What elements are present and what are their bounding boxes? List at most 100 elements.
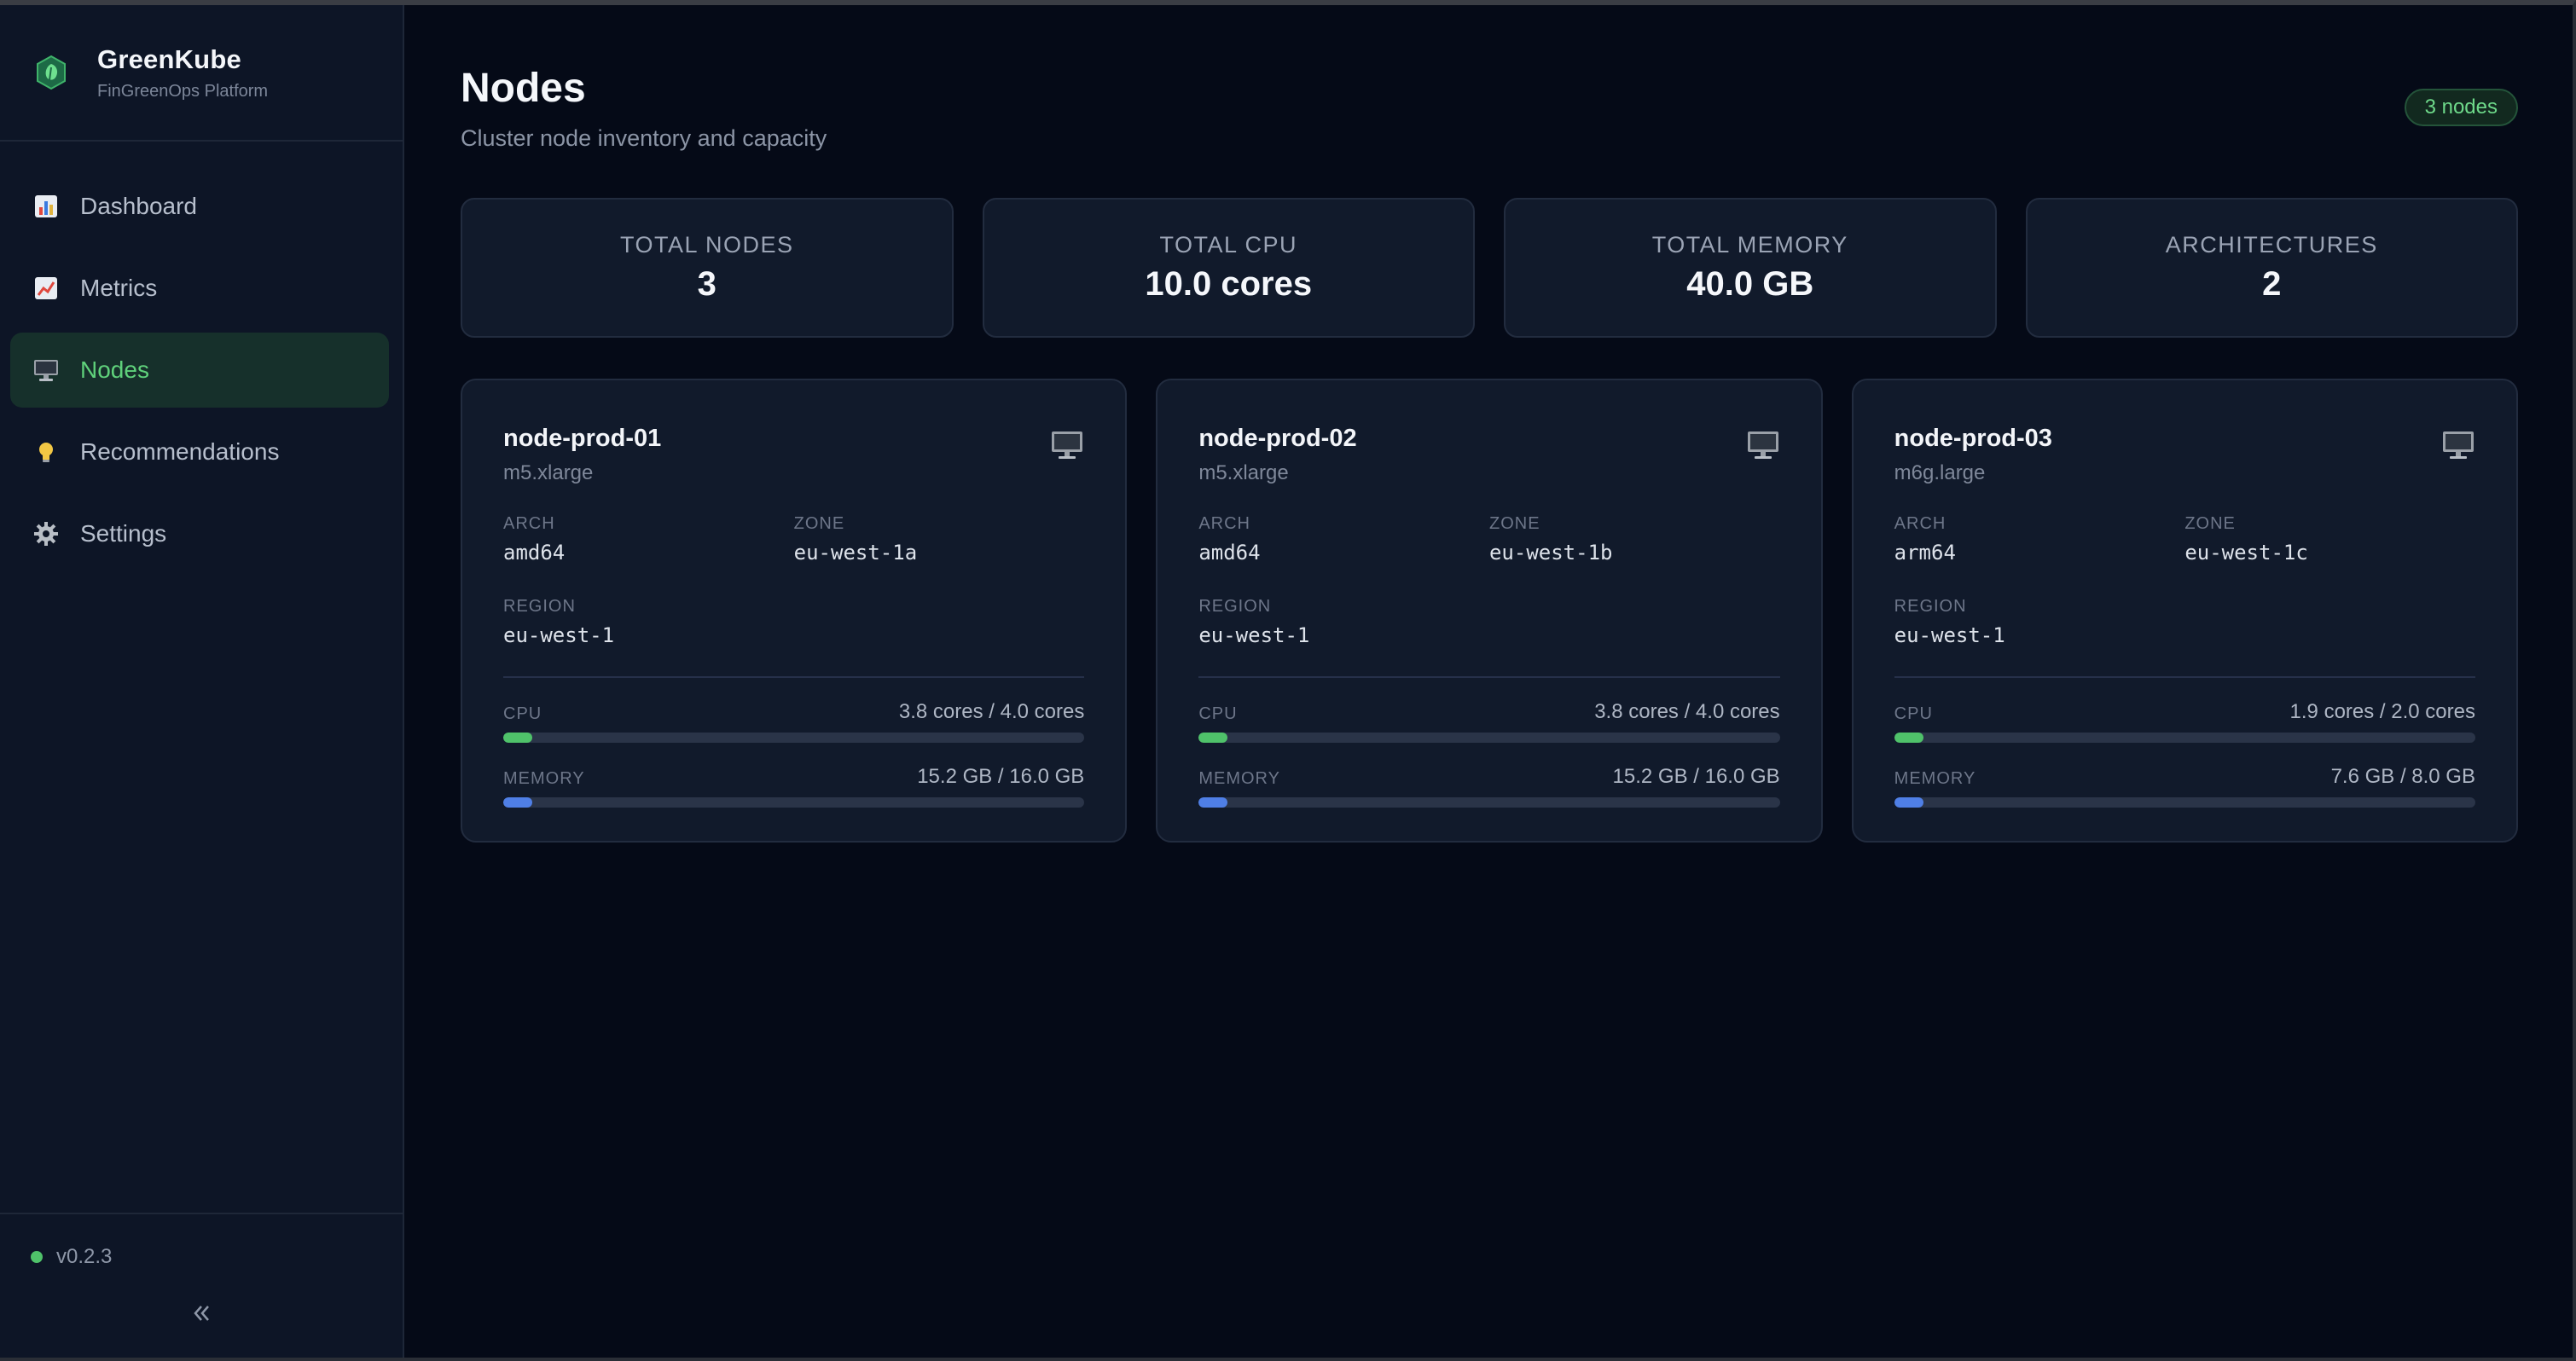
meta-label: ZONE: [793, 514, 845, 533]
cpu-usage: CPU 3.8 cores / 4.0 cores: [503, 700, 1085, 743]
arch-value: amd64: [503, 541, 566, 565]
node-cards: node-prod-01 m5.xlarge ARCH amd64 ZONE e: [461, 379, 2518, 843]
divider: [503, 676, 1085, 678]
node-card[interactable]: node-prod-03 m6g.large ARCH arm64 ZONE e: [1851, 379, 2518, 843]
version-indicator: v0.2.3: [0, 1245, 403, 1269]
stat-card-architectures: ARCHITECTURES 2: [2025, 198, 2518, 338]
memory-progress-bar: [503, 797, 1085, 808]
node-name: node-prod-01: [503, 425, 662, 452]
sidebar-item-label: Recommendations: [80, 438, 280, 465]
meta-label: REGION: [1198, 597, 1272, 616]
memory-usage-text: 7.6 GB / 8.0 GB: [2330, 765, 2475, 788]
meta-label: ARCH: [503, 514, 555, 533]
cpu-progress-fill: [1894, 733, 1923, 743]
memory-progress-fill: [1894, 797, 1923, 808]
node-card[interactable]: node-prod-01 m5.xlarge ARCH amd64 ZONE e: [461, 379, 1128, 843]
meta-arch: ARCH amd64: [1198, 514, 1489, 565]
zone-value: eu-west-1c: [2184, 541, 2308, 565]
memory-progress-bar: [1894, 797, 2475, 808]
meta-zone: ZONE eu-west-1c: [2184, 514, 2475, 565]
meta-label: ZONE: [2184, 514, 2236, 533]
cpu-progress-fill: [1198, 733, 1228, 743]
zone-value: eu-west-1a: [793, 541, 918, 565]
sidebar-item-metrics[interactable]: Metrics: [10, 251, 389, 326]
node-card[interactable]: node-prod-02 m5.xlarge ARCH amd64 ZONE e: [1156, 379, 1823, 843]
sidebar-footer: v0.2.3: [0, 1213, 403, 1358]
node-meta: ARCH arm64 ZONE eu-west-1c REGION eu-wes…: [1894, 514, 2475, 647]
memory-progress-fill: [503, 797, 533, 808]
meta-label: ARCH: [1894, 514, 1947, 533]
meta-region: REGION eu-west-1: [503, 597, 794, 647]
zone-value: eu-west-1b: [1488, 541, 1613, 565]
node-name: node-prod-03: [1894, 425, 2052, 452]
usage-label: CPU: [1198, 704, 1238, 723]
sidebar-item-recommendations[interactable]: Recommendations: [10, 414, 389, 489]
cpu-usage-text: 1.9 cores / 2.0 cores: [2289, 700, 2475, 723]
arch-value: arm64: [1894, 541, 1956, 565]
memory-usage: MEMORY 7.6 GB / 8.0 GB: [1894, 765, 2475, 808]
memory-usage: MEMORY 15.2 GB / 16.0 GB: [503, 765, 1085, 808]
sidebar-item-label: Settings: [80, 520, 167, 547]
meta-region: REGION eu-west-1: [1198, 597, 1489, 647]
sidebar-item-nodes[interactable]: Nodes: [10, 333, 389, 408]
sidebar-item-label: Metrics: [80, 275, 158, 301]
usage-label: CPU: [503, 704, 542, 723]
cpu-progress-bar: [1198, 733, 1780, 743]
stat-card-total-memory: TOTAL MEMORY 40.0 GB: [1504, 198, 1997, 338]
app-window: GreenKube FinGreenOps Platform Dashboard: [0, 0, 2576, 1361]
main-content: Nodes Cluster node inventory and capacit…: [404, 5, 2573, 1358]
node-meta: ARCH amd64 ZONE eu-west-1b REGION eu-wes…: [1198, 514, 1779, 647]
sidebar-item-dashboard[interactable]: Dashboard: [10, 169, 389, 244]
cpu-usage-text: 3.8 cores / 4.0 cores: [898, 700, 1085, 723]
arch-value: amd64: [1198, 541, 1261, 565]
sidebar: GreenKube FinGreenOps Platform Dashboard: [0, 5, 404, 1358]
cpu-progress-fill: [503, 733, 533, 743]
memory-usage-text: 15.2 GB / 16.0 GB: [917, 765, 1085, 788]
status-dot: [31, 1251, 43, 1263]
stat-value: 2: [2262, 265, 2282, 303]
divider: [1894, 676, 2475, 678]
stat-card-total-cpu: TOTAL CPU 10.0 cores: [982, 198, 1475, 338]
cpu-usage: CPU 1.9 cores / 2.0 cores: [1894, 700, 2475, 743]
meta-arch: ARCH arm64: [1894, 514, 2185, 565]
collapse-sidebar-button[interactable]: [183, 1294, 220, 1332]
greenkube-logo-icon: [32, 54, 70, 91]
page-subtitle: Cluster node inventory and capacity: [461, 125, 827, 151]
brand: GreenKube FinGreenOps Platform: [0, 5, 403, 142]
usage-label: MEMORY: [503, 769, 585, 788]
memory-progress-bar: [1198, 797, 1780, 808]
stat-label: TOTAL NODES: [619, 232, 794, 258]
region-value: eu-west-1: [1894, 623, 2005, 647]
meta-label: ZONE: [1488, 514, 1540, 533]
sidebar-item-label: Dashboard: [80, 193, 197, 219]
app-name: GreenKube: [97, 43, 241, 74]
app-subtitle: FinGreenOps Platform: [97, 81, 269, 101]
stat-card-total-nodes: TOTAL NODES 3: [461, 198, 954, 338]
meta-arch: ARCH amd64: [503, 514, 794, 565]
computer-icon: [31, 355, 61, 385]
stat-value: 40.0 GB: [1686, 265, 1814, 303]
meta-label: REGION: [1894, 597, 1967, 616]
meta-zone: ZONE eu-west-1a: [794, 514, 1085, 565]
stat-label: TOTAL CPU: [1159, 232, 1298, 258]
cpu-usage-text: 3.8 cores / 4.0 cores: [1594, 700, 1780, 723]
node-count-badge: 3 nodes: [2404, 89, 2518, 126]
region-value: eu-west-1: [503, 623, 615, 647]
cpu-usage: CPU 3.8 cores / 4.0 cores: [1198, 700, 1780, 743]
computer-icon: [1052, 431, 1083, 459]
lightbulb-icon: [31, 437, 61, 467]
computer-icon: [1747, 431, 1778, 459]
stat-value: 3: [697, 265, 717, 303]
memory-usage: MEMORY 15.2 GB / 16.0 GB: [1198, 765, 1780, 808]
usage-label: MEMORY: [1894, 769, 1976, 788]
divider: [1198, 676, 1780, 678]
node-instance-type: m6g.large: [1894, 461, 1986, 484]
meta-label: REGION: [503, 597, 576, 616]
page-title: Nodes: [461, 66, 586, 111]
sidebar-nav: Dashboard Metrics Nodes Recommendations …: [0, 142, 403, 571]
chevrons-left-icon: [194, 1306, 209, 1321]
memory-progress-fill: [1198, 797, 1228, 808]
bar-chart-icon: [31, 191, 61, 222]
sidebar-item-settings[interactable]: Settings: [10, 496, 389, 571]
line-chart-icon: [31, 273, 61, 304]
